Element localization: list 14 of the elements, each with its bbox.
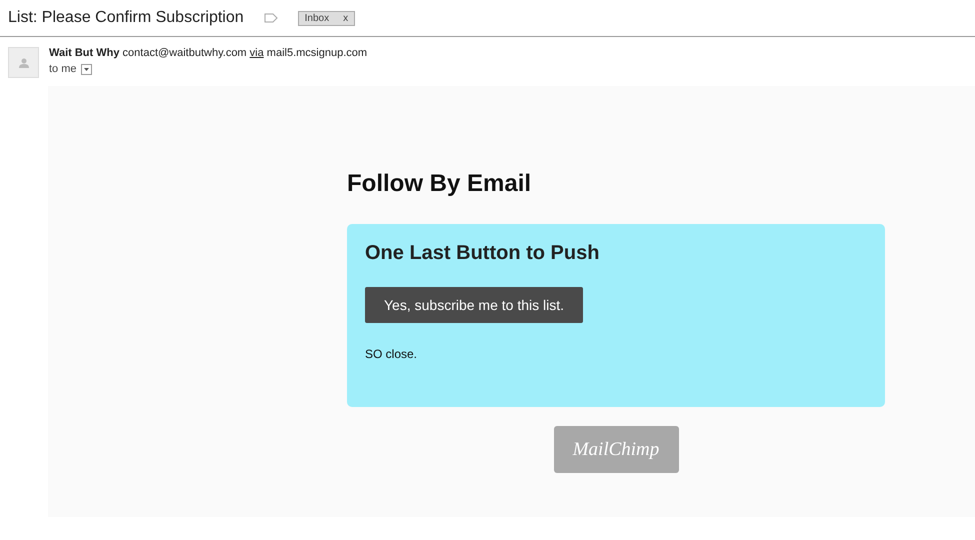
sender-email: contact@waitbutwhy.com xyxy=(122,47,247,59)
sender-name: Wait But Why xyxy=(49,47,120,59)
recipient-text: to me xyxy=(49,63,77,75)
inbox-label[interactable]: Inbox x xyxy=(298,10,356,26)
sender-domain: mail5.mcsignup.com xyxy=(266,47,368,59)
section-heading: Follow By Email xyxy=(347,170,532,198)
via-link[interactable]: via xyxy=(250,47,264,59)
avatar-icon xyxy=(8,47,39,78)
details-dropdown[interactable] xyxy=(80,64,92,74)
caret-icon xyxy=(84,68,89,70)
note-text: SO close. xyxy=(365,347,418,361)
email-subject: List: Please Confirm Subscription xyxy=(8,9,244,27)
card-title: One Last Button to Push xyxy=(365,242,600,265)
subscribe-button[interactable]: Yes, subscribe me to this list. xyxy=(365,287,584,323)
